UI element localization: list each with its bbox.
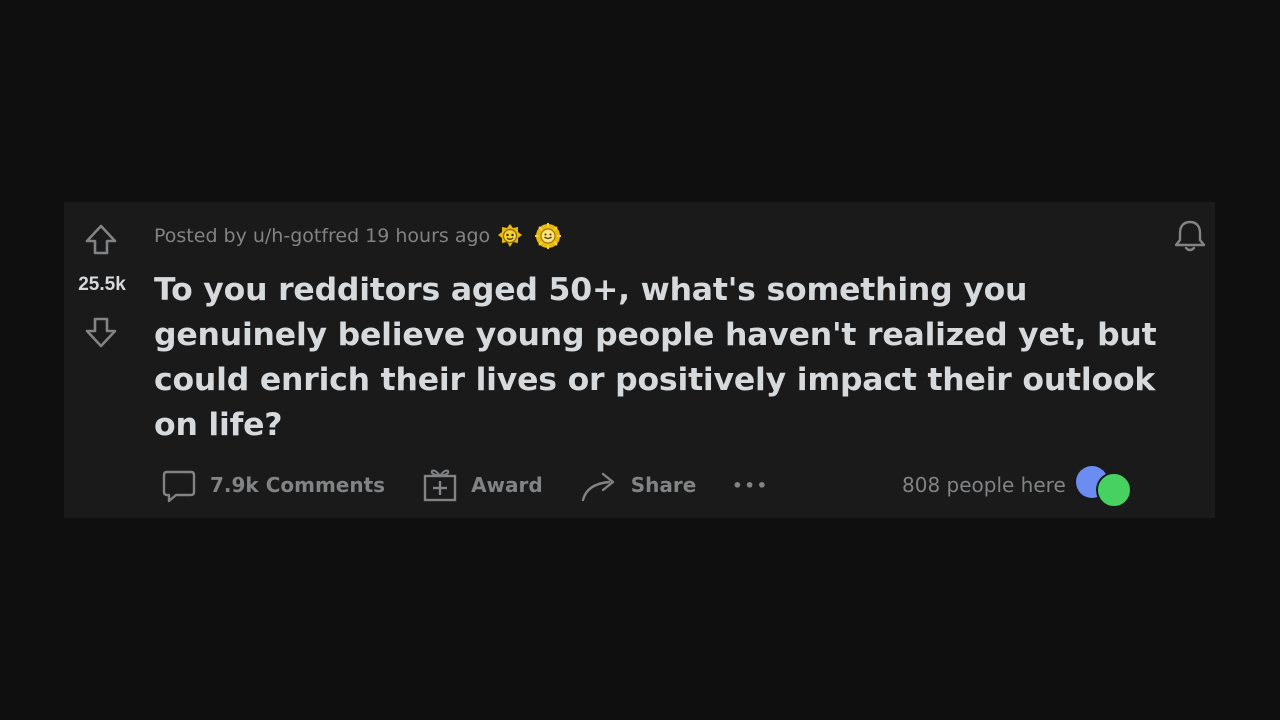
more-options-icon: ••• bbox=[732, 475, 769, 495]
award-label: Award bbox=[471, 473, 543, 497]
vote-column: 25.5k bbox=[64, 202, 140, 518]
notification-bell-icon[interactable] bbox=[1170, 216, 1210, 256]
upvote-icon[interactable] bbox=[83, 222, 119, 258]
award-button[interactable]: Award bbox=[421, 466, 543, 504]
more-options-button[interactable]: ••• bbox=[732, 476, 769, 495]
downvote-icon[interactable] bbox=[83, 314, 119, 350]
comments-button[interactable]: 7.9k Comments bbox=[160, 466, 385, 504]
post-title[interactable]: To you redditors aged 50+, what's someth… bbox=[154, 268, 1194, 448]
sun-award-icon[interactable] bbox=[534, 222, 562, 250]
author-link[interactable]: u/h-gotfred bbox=[253, 225, 359, 247]
post-timestamp: 19 hours ago bbox=[365, 225, 491, 247]
post-card[interactable]: 25.5k Posted by u/h-gotfred 19 hours ago bbox=[64, 202, 1215, 518]
gold-award-icon[interactable] bbox=[496, 222, 524, 250]
avatar-stack bbox=[1075, 464, 1138, 508]
comments-label: 7.9k Comments bbox=[210, 473, 386, 497]
share-icon bbox=[581, 472, 614, 502]
posted-by-label: Posted by bbox=[154, 225, 247, 247]
post-meta: Posted by u/h-gotfred 19 hours ago bbox=[154, 222, 562, 250]
comment-icon bbox=[162, 470, 196, 503]
gift-icon bbox=[423, 469, 457, 502]
avatar bbox=[1095, 472, 1132, 508]
post-actions: 7.9k Comments Award Share ••• bbox=[160, 464, 769, 506]
people-here-label: 808 people here bbox=[902, 473, 1066, 497]
share-label: Share bbox=[630, 473, 697, 497]
online-presence: 808 people here bbox=[902, 464, 1138, 508]
share-button[interactable]: Share bbox=[579, 466, 697, 504]
vote-count: 25.5k bbox=[78, 274, 126, 295]
